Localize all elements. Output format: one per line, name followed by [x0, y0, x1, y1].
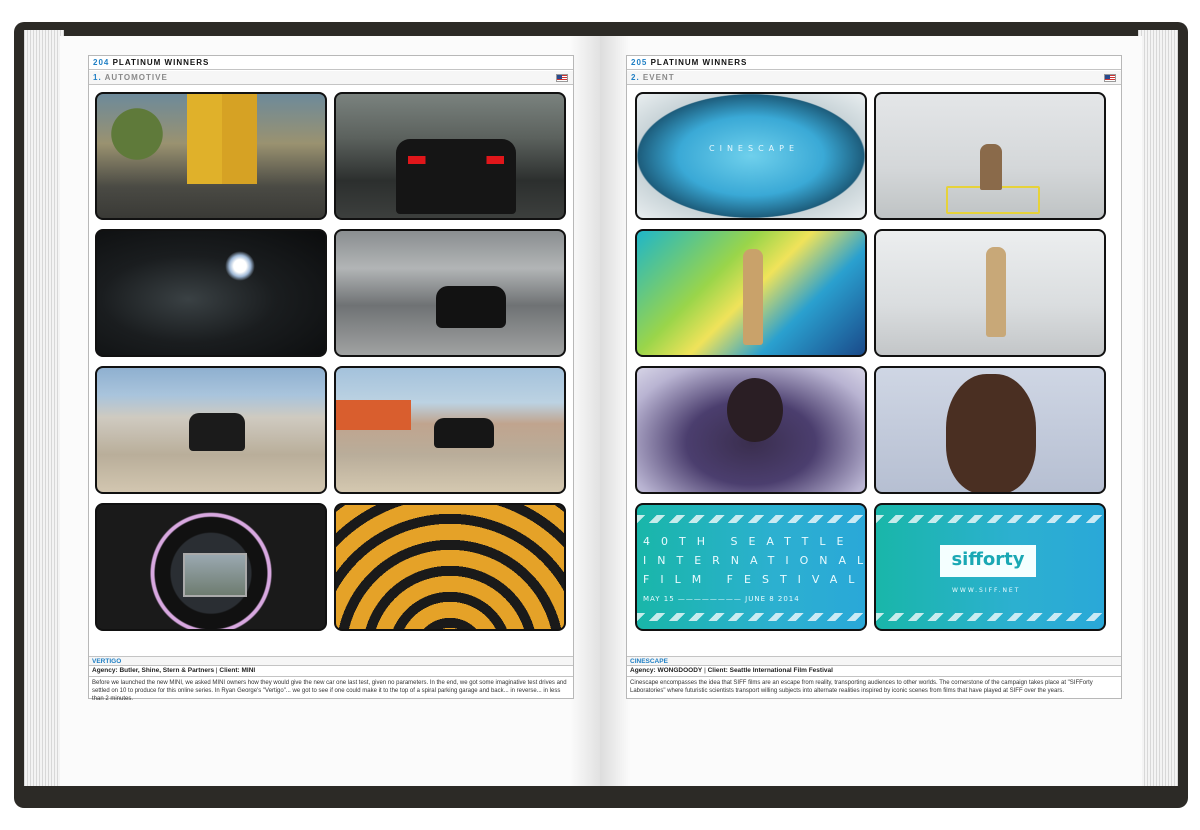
page-header: 204 PLATINUM WINNERS — [89, 56, 573, 70]
thumbnail-spiral-ramp — [334, 503, 566, 631]
us-flag-icon — [556, 74, 568, 82]
poster-stripes-top — [637, 515, 865, 523]
thumbnail-garage-entrance — [334, 92, 566, 220]
thumbnail-rooftop-front — [95, 366, 327, 494]
logo-stripes-top — [876, 515, 1104, 523]
category-header: 1. AUTOMOTIVE — [89, 71, 573, 85]
section-title: PLATINUM WINNERS — [112, 58, 210, 67]
thumbnail-rooftop-side — [334, 366, 566, 494]
poster-line-2: INTERNATIONAL — [643, 554, 867, 567]
thumbnail-festival-logo: sifforty WWW.SIFF.NET — [874, 503, 1106, 631]
poster-dates: MAY 15 ———————— JUNE 8 2014 — [643, 595, 800, 603]
logo-stripes-bottom — [876, 613, 1104, 621]
right-page-frame: 205 PLATINUM WINNERS 2. EVENT 40TH SEATT… — [626, 55, 1122, 699]
entry-description: Before we launched the new MINI, we aske… — [92, 680, 567, 702]
agency-name: WONGDOODY — [657, 667, 703, 674]
left-page-frame: 204 PLATINUM WINNERS 1. AUTOMOTIVE VERTI… — [88, 55, 574, 702]
thumbnail-grid — [95, 92, 566, 631]
category-name: AUTOMOTIVE — [104, 73, 168, 82]
sifforty-logo: sifforty — [940, 545, 1036, 577]
thumbnail-lab-chair — [874, 92, 1106, 220]
poster-stripes-bottom — [637, 613, 865, 621]
us-flag-icon — [1104, 74, 1116, 82]
page-header: 205 PLATINUM WINNERS — [627, 56, 1121, 70]
festival-url: WWW.SIFF.NET — [952, 587, 1021, 594]
client-label: Client: — [219, 667, 240, 674]
section-title: PLATINUM WINNERS — [650, 58, 748, 67]
entry-title: VERTIGO — [89, 656, 573, 666]
entry-credits: Agency: WONGDOODY | Client: Seattle Inte… — [627, 666, 1121, 677]
client-name: Seattle International Film Festival — [729, 667, 833, 674]
agency-label: Agency: — [92, 667, 118, 674]
entry-credits: Agency: Butler, Shine, Stern & Partners … — [89, 666, 573, 677]
thumbnail-festival-poster: 40TH SEATTLE INTERNATIONAL FILM FESTIVAL… — [635, 503, 867, 631]
thumbnail-headlight — [95, 229, 327, 357]
category-header: 2. EVENT — [627, 71, 1121, 85]
agency-label: Agency: — [630, 667, 656, 674]
thumbnail-cinescape-screen — [635, 92, 867, 220]
client-name: MINI — [241, 667, 256, 674]
category-number: 2. — [631, 73, 640, 82]
category-number: 1. — [93, 73, 102, 82]
entry-description: Cinescape encompasses the idea that SIFF… — [630, 680, 1093, 694]
thumbnail-parking-deck — [334, 229, 566, 357]
entry-caption: VERTIGO Agency: Butler, Shine, Stern & P… — [89, 656, 573, 705]
thumbnail-dashboard-screen — [95, 503, 327, 631]
entry-title: CINESCAPE — [627, 656, 1121, 666]
page-number: 205 — [631, 58, 648, 67]
thumbnail-grid: 40TH SEATTLE INTERNATIONAL FILM FESTIVAL… — [635, 92, 1106, 631]
thumbnail-lab-treadmill — [874, 229, 1106, 357]
page-edges-right — [1138, 30, 1178, 786]
right-page: 205 PLATINUM WINNERS 2. EVENT 40TH SEATT… — [600, 36, 1142, 786]
poster-line-1: 40TH SEATTLE — [643, 535, 855, 548]
thumbnail-portrait-fist — [635, 366, 867, 494]
thumbnail-street-scene — [95, 92, 327, 220]
thumbnail-portrait-close — [874, 366, 1106, 494]
entry-caption: CINESCAPE Agency: WONGDOODY | Client: Se… — [627, 656, 1121, 697]
page-edges-left — [24, 30, 64, 786]
category-name: EVENT — [642, 73, 675, 82]
thumbnail-color-burst — [635, 229, 867, 357]
client-label: Client: — [707, 667, 728, 674]
agency-name: Butler, Shine, Stern & Partners — [119, 667, 215, 674]
gutter-shadow — [570, 36, 600, 786]
poster-line-3: FILM FESTIVAL — [643, 573, 866, 586]
page-number: 204 — [93, 58, 110, 67]
left-page: 204 PLATINUM WINNERS 1. AUTOMOTIVE VERTI… — [60, 36, 600, 786]
